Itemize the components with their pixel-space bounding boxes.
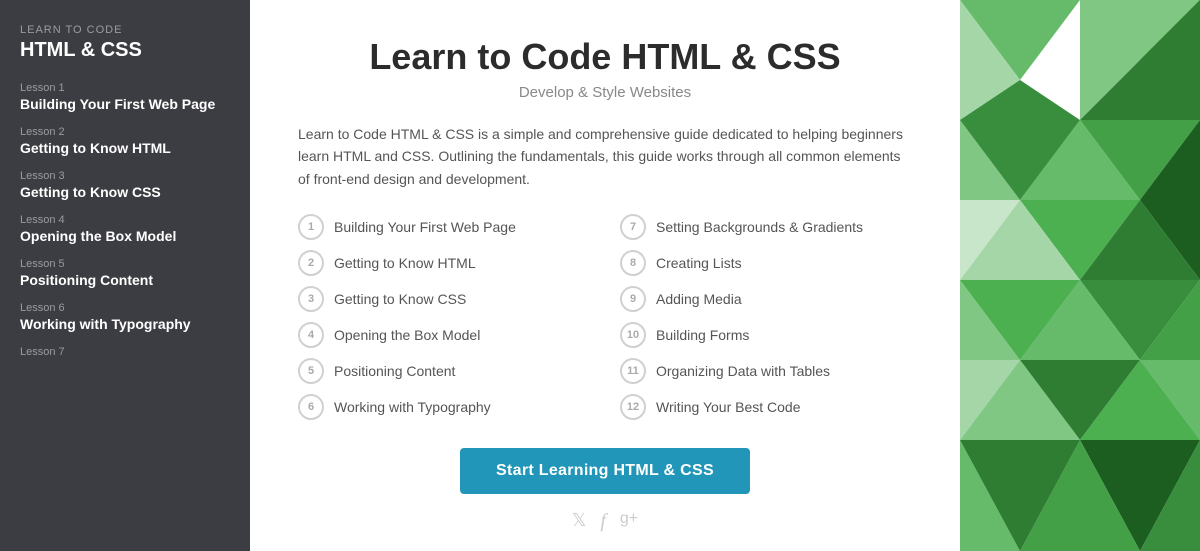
- lesson-name: Setting Backgrounds & Gradients: [656, 219, 863, 235]
- lesson-name: Opening the Box Model: [334, 327, 480, 343]
- lesson-name: Building Forms: [656, 327, 749, 343]
- lesson-grid: 1 Building Your First Web Page 7 Setting…: [298, 214, 912, 420]
- googleplus-icon[interactable]: g+: [620, 510, 638, 533]
- lesson-title: Working with Typography: [20, 316, 230, 332]
- lesson-title: Opening the Box Model: [20, 228, 230, 244]
- list-item[interactable]: 11 Organizing Data with Tables: [620, 358, 912, 384]
- lesson-name: Writing Your Best Code: [656, 399, 801, 415]
- lesson-name: Building Your First Web Page: [334, 219, 516, 235]
- lesson-name: Positioning Content: [334, 363, 455, 379]
- lesson-badge: 8: [620, 250, 646, 276]
- main-content: Learn to Code HTML & CSS Develop & Style…: [250, 0, 960, 551]
- list-item[interactable]: 9 Adding Media: [620, 286, 912, 312]
- list-item[interactable]: 12 Writing Your Best Code: [620, 394, 912, 420]
- sidebar-lesson-7[interactable]: Lesson 7: [20, 346, 230, 358]
- lesson-badge: 10: [620, 322, 646, 348]
- lesson-badge: 1: [298, 214, 324, 240]
- list-item[interactable]: 7 Setting Backgrounds & Gradients: [620, 214, 912, 240]
- list-item[interactable]: 4 Opening the Box Model: [298, 322, 590, 348]
- list-item[interactable]: 5 Positioning Content: [298, 358, 590, 384]
- lesson-number: Lesson 6: [20, 302, 230, 314]
- sidebar-lesson-2[interactable]: Lesson 2 Getting to Know HTML: [20, 126, 230, 156]
- lesson-badge: 5: [298, 358, 324, 384]
- lesson-number: Lesson 4: [20, 214, 230, 226]
- lesson-title: Positioning Content: [20, 272, 230, 288]
- sidebar: Learn to Code HTML & CSS Lesson 1 Buildi…: [0, 0, 250, 551]
- page-title: Learn to Code HTML & CSS: [298, 36, 912, 78]
- lesson-title: Getting to Know CSS: [20, 184, 230, 200]
- lesson-number: Lesson 1: [20, 82, 230, 94]
- sidebar-header-title: HTML & CSS: [20, 38, 230, 62]
- lesson-name: Creating Lists: [656, 255, 742, 271]
- lesson-badge: 12: [620, 394, 646, 420]
- lesson-name: Getting to Know HTML: [334, 255, 476, 271]
- lesson-name: Getting to Know CSS: [334, 291, 466, 307]
- sidebar-lesson-5[interactable]: Lesson 5 Positioning Content: [20, 258, 230, 288]
- lesson-badge: 3: [298, 286, 324, 312]
- social-area: 𝕏 f g+: [298, 510, 912, 533]
- decoration-panel: [960, 0, 1200, 551]
- start-learning-button[interactable]: Start Learning HTML & CSS: [460, 448, 750, 494]
- list-item[interactable]: 2 Getting to Know HTML: [298, 250, 590, 276]
- twitter-icon[interactable]: 𝕏: [572, 510, 587, 533]
- sidebar-lesson-6[interactable]: Lesson 6 Working with Typography: [20, 302, 230, 332]
- lesson-name: Adding Media: [656, 291, 742, 307]
- sidebar-header-top: Learn to Code: [20, 24, 230, 36]
- lesson-badge: 11: [620, 358, 646, 384]
- lesson-badge: 7: [620, 214, 646, 240]
- lesson-name: Working with Typography: [334, 399, 491, 415]
- lesson-badge: 2: [298, 250, 324, 276]
- list-item[interactable]: 1 Building Your First Web Page: [298, 214, 590, 240]
- lesson-badge: 6: [298, 394, 324, 420]
- cta-area: Start Learning HTML & CSS: [298, 448, 912, 494]
- facebook-icon[interactable]: f: [600, 510, 606, 533]
- lesson-number: Lesson 2: [20, 126, 230, 138]
- lesson-number: Lesson 7: [20, 346, 230, 358]
- list-item[interactable]: 10 Building Forms: [620, 322, 912, 348]
- list-item[interactable]: 6 Working with Typography: [298, 394, 590, 420]
- sidebar-lesson-1[interactable]: Lesson 1 Building Your First Web Page: [20, 82, 230, 112]
- lesson-name: Organizing Data with Tables: [656, 363, 830, 379]
- page-subtitle: Develop & Style Websites: [298, 84, 912, 101]
- lesson-number: Lesson 3: [20, 170, 230, 182]
- lesson-number: Lesson 5: [20, 258, 230, 270]
- sidebar-lessons-container: Lesson 1 Building Your First Web Page Le…: [20, 82, 230, 358]
- lesson-title: Building Your First Web Page: [20, 96, 230, 112]
- lesson-badge: 9: [620, 286, 646, 312]
- sidebar-lesson-3[interactable]: Lesson 3 Getting to Know CSS: [20, 170, 230, 200]
- page-description: Learn to Code HTML & CSS is a simple and…: [298, 123, 912, 190]
- list-item[interactable]: 8 Creating Lists: [620, 250, 912, 276]
- list-item[interactable]: 3 Getting to Know CSS: [298, 286, 590, 312]
- lesson-badge: 4: [298, 322, 324, 348]
- lesson-title: Getting to Know HTML: [20, 140, 230, 156]
- sidebar-lesson-4[interactable]: Lesson 4 Opening the Box Model: [20, 214, 230, 244]
